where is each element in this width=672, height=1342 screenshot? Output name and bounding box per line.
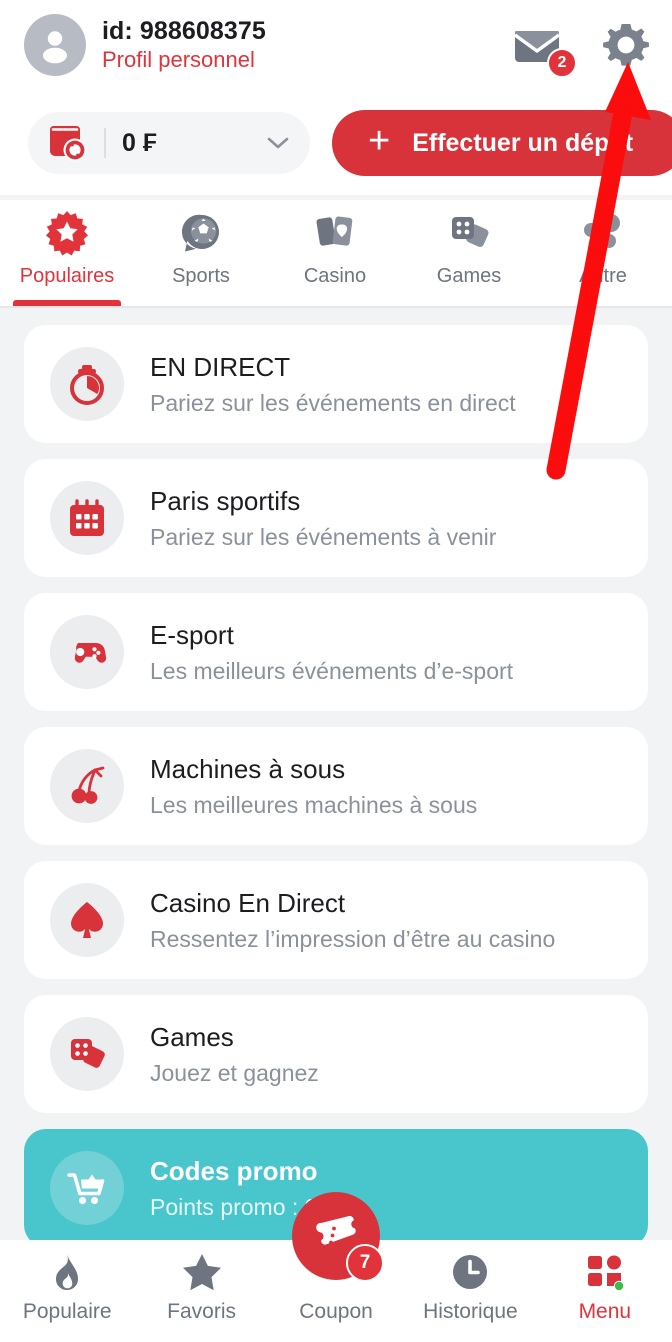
- tab-label: Autre: [579, 265, 627, 287]
- tab-label: Casino: [303, 265, 367, 287]
- list-item-subtitle: Pariez sur les événements à venir: [150, 523, 497, 550]
- list-item-title: E-sport: [150, 619, 234, 650]
- gear-icon: [603, 24, 649, 66]
- profile-id: id: 988608375: [102, 17, 266, 46]
- list-item-subtitle: Les meilleures machines à sous: [150, 791, 478, 818]
- balance-selector[interactable]: 0 ₣: [28, 112, 310, 174]
- nav-label: Historique: [423, 1300, 518, 1323]
- more-dots-icon: [580, 210, 626, 256]
- list-item-e-sport[interactable]: E-sport Les meilleurs événements d’e-spo…: [24, 593, 648, 711]
- grid-menu-icon: [585, 1252, 625, 1292]
- deposit-button-label: Effectuer un dépôt: [412, 128, 634, 157]
- header-actions: 2: [512, 20, 652, 78]
- mail-button[interactable]: 2: [512, 23, 577, 78]
- promo-title: Codes promo: [150, 1155, 318, 1186]
- list-item-machines-a-sous[interactable]: Machines à sous Les meilleures machines …: [24, 727, 648, 845]
- mail-badge: 2: [547, 48, 577, 78]
- avatar[interactable]: [24, 14, 86, 76]
- star-icon: [181, 1252, 223, 1292]
- category-list: EN DIRECT Pariez sur les événements en d…: [0, 310, 672, 1342]
- promo-subtitle: Points promo : 0: [150, 1193, 318, 1220]
- plus-icon: +: [368, 120, 391, 162]
- list-item-subtitle: Les meilleurs événements d’e-sport: [150, 657, 514, 684]
- coupon-fab-button[interactable]: 7: [292, 1192, 384, 1282]
- deposit-button[interactable]: + Effectuer un dépôt: [332, 110, 672, 176]
- promo-text: Codes promo Points promo : 0: [150, 1156, 318, 1221]
- cherries-icon: [50, 749, 124, 823]
- profile-summary[interactable]: id: 988608375 Profil personnel: [24, 14, 266, 76]
- tab-label: Sports: [172, 265, 230, 287]
- person-avatar-icon: [43, 31, 67, 64]
- list-item-text: Machines à sous Les meilleures machines …: [150, 754, 477, 819]
- nav-item-favoris[interactable]: Favoris: [134, 1240, 268, 1324]
- tab-casino[interactable]: Casino: [268, 200, 402, 306]
- nav-label: Menu: [578, 1300, 632, 1323]
- soccer-ball-bubble-icon: [178, 210, 224, 256]
- list-item-subtitle: Jouez et gagnez: [150, 1059, 319, 1086]
- tab-sports[interactable]: Sports: [134, 200, 268, 306]
- nav-label: Populaire: [22, 1300, 112, 1323]
- list-item-title: Games: [150, 1021, 234, 1052]
- tab-autre[interactable]: Autre: [536, 200, 670, 306]
- profile-personal-link[interactable]: Profil personnel: [102, 48, 266, 73]
- nav-item-populaire[interactable]: Populaire: [0, 1240, 134, 1324]
- list-item-text: Casino En Direct Ressentez l’impression …: [150, 888, 555, 953]
- nav-label: Favoris: [167, 1300, 237, 1323]
- list-item-casino-en-direct[interactable]: Casino En Direct Ressentez l’impression …: [24, 861, 648, 979]
- list-item-paris-sportifs[interactable]: Paris sportifs Pariez sur les événements…: [24, 459, 648, 577]
- calendar-icon: [50, 481, 124, 555]
- tab-label: Populaires: [19, 265, 115, 287]
- nav-item-menu[interactable]: Menu: [538, 1240, 672, 1324]
- tab-active-indicator: [13, 300, 121, 306]
- category-tabs: Populaires Sports Casino Games Autre: [0, 200, 672, 308]
- playing-cards-icon: [312, 210, 358, 256]
- list-item-title: EN DIRECT: [150, 351, 291, 382]
- list-item-title: Machines à sous: [150, 753, 346, 784]
- shopping-cart-icon: [50, 1151, 124, 1225]
- app-root: id: 988608375 Profil personnel 2 0 ₣ + E…: [0, 0, 672, 1342]
- profile-text-group: id: 988608375 Profil personnel: [102, 17, 266, 73]
- list-item-text: E-sport Les meilleurs événements d’e-spo…: [150, 620, 513, 685]
- spade-icon: [50, 883, 124, 957]
- tab-populaires[interactable]: Populaires: [0, 200, 134, 306]
- list-item-subtitle: Pariez sur les événements en direct: [150, 389, 516, 416]
- tab-games[interactable]: Games: [402, 200, 536, 306]
- list-item-subtitle: Ressentez l’impression d’être au casino: [150, 925, 556, 952]
- dice-icon: [446, 210, 492, 256]
- balance-row: 0 ₣ + Effectuer un dépôt: [28, 110, 672, 176]
- gamepad-icon: [50, 615, 124, 689]
- balance-amount: 0 ₣: [122, 128, 157, 157]
- list-item-title: Casino En Direct: [150, 887, 346, 918]
- dice-cards-icon: [50, 1017, 124, 1091]
- list-item-text: Games Jouez et gagnez: [150, 1022, 319, 1087]
- list-item-en-direct[interactable]: EN DIRECT Pariez sur les événements en d…: [24, 325, 648, 443]
- nav-label: Coupon: [299, 1300, 373, 1323]
- nav-item-historique[interactable]: Historique: [403, 1240, 537, 1324]
- list-item-text: Paris sportifs Pariez sur les événements…: [150, 486, 496, 551]
- starburst-icon: [44, 210, 90, 256]
- pill-divider: [104, 128, 106, 158]
- list-item-title: Paris sportifs: [150, 485, 301, 516]
- stopwatch-icon: [50, 347, 124, 421]
- settings-button[interactable]: [600, 20, 652, 72]
- wallet-refresh-icon: [46, 122, 90, 164]
- flame-icon: [48, 1252, 86, 1292]
- chevron-down-icon[interactable]: [266, 135, 290, 151]
- list-item-games[interactable]: Games Jouez et gagnez: [24, 995, 648, 1113]
- clock-icon: [450, 1252, 490, 1292]
- tab-label: Games: [436, 265, 502, 287]
- list-item-text: EN DIRECT Pariez sur les événements en d…: [150, 352, 516, 417]
- coupon-badge: 7: [346, 1244, 384, 1282]
- app-header: id: 988608375 Profil personnel 2 0 ₣ + E…: [0, 0, 672, 195]
